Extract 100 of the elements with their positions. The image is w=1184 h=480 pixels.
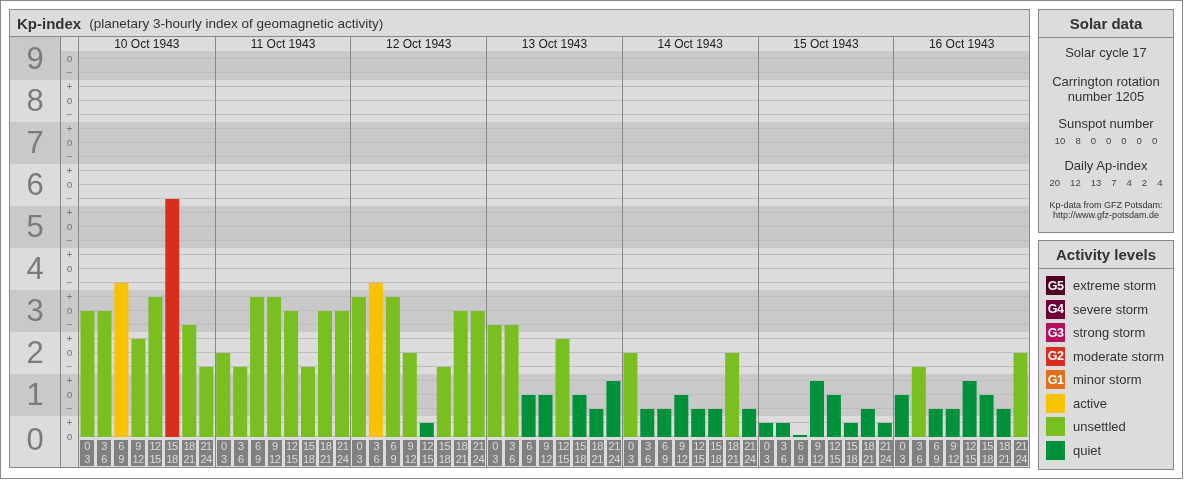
axis-tick-label: o	[65, 388, 74, 402]
axis-tick-label: o	[65, 220, 74, 234]
interval-label: 15 18	[980, 440, 995, 466]
chart-title: Kp-index	[17, 14, 82, 32]
interval-label: 21 24	[742, 440, 757, 466]
level-swatch: G1	[1046, 370, 1065, 389]
ap-index-value: 12	[1070, 177, 1081, 188]
ap-index-value: 13	[1090, 177, 1102, 188]
interval-label: 12 15	[420, 440, 435, 466]
interval-label: 12 15	[556, 440, 571, 466]
axis-tick-label: +	[65, 80, 74, 94]
level-label: moderate storm	[1073, 348, 1165, 364]
interval-label: 18 21	[454, 440, 469, 466]
interval-label: 0 3	[623, 440, 638, 466]
interval-label: 6 9	[386, 440, 401, 466]
ap-index-value: 20	[1049, 177, 1061, 188]
sunspot-value: 8	[1075, 135, 1081, 146]
axis-tick-label: −	[65, 150, 74, 164]
axis-tick-label: −	[65, 402, 74, 416]
axis-tick-label: +	[65, 206, 74, 220]
axis-tick-label: o	[65, 52, 74, 66]
interval-label: 12 15	[827, 440, 842, 466]
sunspot-value: 10	[1054, 135, 1066, 146]
interval-label: 3 6	[640, 440, 655, 466]
axis-tick-label: o	[65, 346, 74, 360]
level-swatch: G3	[1046, 323, 1065, 342]
interval-label: 21 24	[1014, 440, 1029, 466]
interval-label: 18 21	[997, 440, 1012, 466]
level-label: extreme storm	[1073, 278, 1157, 293]
axis-tick-label: +	[65, 164, 74, 178]
interval-label: 15 18	[437, 440, 452, 466]
axis-tick-label: +	[65, 416, 74, 430]
interval-label: 9 12	[267, 440, 282, 466]
interval-label: 15 18	[844, 440, 859, 466]
axis-label: 5	[10, 206, 60, 248]
axis-label: 9	[10, 37, 60, 80]
axis-tick-label: +	[65, 374, 74, 388]
axis-tick-label: −	[65, 318, 74, 332]
axis-tick-label: −	[65, 66, 74, 80]
interval-label: 3 6	[776, 440, 791, 466]
sunspot-value: 0	[1090, 135, 1096, 146]
level-label: unsettled	[1073, 419, 1126, 434]
axis-tick-label: +	[65, 332, 74, 346]
interval-label: 0 3	[80, 440, 94, 466]
interval-label: 9 12	[674, 440, 689, 466]
interval-label: 15 18	[573, 440, 588, 466]
interval-label: 9 12	[946, 440, 961, 466]
axis-tick-label: o	[65, 136, 74, 150]
level-swatch: G5	[1046, 276, 1065, 295]
sunspot-value: 0	[1151, 135, 1158, 146]
panel-title: Activity levels	[1055, 246, 1157, 263]
interval-label: 21 24	[471, 440, 486, 466]
level-label: active	[1073, 395, 1107, 411]
interval-label: 6 9	[657, 440, 672, 466]
axis-label: 7	[10, 122, 60, 164]
interval-label: 21 24	[878, 440, 893, 466]
carrington-text: Carrington rotation number 1205	[1051, 74, 1161, 104]
interval-label: 6 9	[250, 440, 265, 466]
interval-label: 3 6	[505, 440, 520, 466]
interval-label: 15 18	[708, 440, 723, 466]
interval-label: 12 15	[691, 440, 706, 466]
ap-index-value: 7	[1111, 177, 1117, 188]
axis-tick-label: −	[65, 234, 74, 248]
chart-subtitle: (planetary 3-hourly index of geomagnetic activity)	[89, 15, 384, 31]
ap-index-value: 2	[1141, 177, 1148, 188]
level-label: strong storm	[1073, 325, 1146, 340]
interval-label: 6 9	[114, 440, 128, 466]
axis-tick-label: o	[65, 304, 74, 318]
interval-label: 9 12	[403, 440, 418, 466]
date-label: 10 Oct 1943	[113, 37, 181, 51]
interval-label: 3 6	[369, 440, 384, 466]
source-text: Kp-data from GFZ Potsdam:	[1049, 200, 1163, 210]
interval-label: 3 6	[233, 440, 248, 466]
axis-tick-label: −	[65, 192, 74, 206]
ap-index-label: Daily Ap-index	[1064, 158, 1148, 173]
sunspot-label: Sunspot number	[1058, 116, 1154, 131]
interval-label: 9 12	[810, 440, 825, 466]
interval-label: 18 21	[590, 440, 605, 466]
level-swatch: G4	[1046, 299, 1065, 319]
interval-label: 3 6	[97, 440, 111, 466]
interval-label: 0 3	[759, 440, 774, 466]
axis-tick-label: o	[65, 430, 74, 444]
interval-label: 0 3	[352, 440, 367, 466]
interval-label: 12 15	[284, 440, 299, 466]
ap-index-value: 4	[1126, 177, 1132, 188]
interval-label: 6 9	[522, 440, 537, 466]
axis-tick-label: −	[65, 360, 74, 374]
sunspot-value: 0	[1106, 135, 1112, 146]
interval-label: 9 12	[131, 440, 145, 466]
interval-label: 15 18	[301, 440, 316, 466]
axis-tick-label: +	[65, 290, 74, 304]
interval-label: 21 24	[335, 440, 350, 466]
axis-tick-label: o	[65, 262, 74, 276]
axis-tick-label: o	[65, 94, 74, 108]
interval-label: 21 24	[607, 440, 622, 466]
solar-cycle-text: Solar cycle 17	[1065, 45, 1147, 60]
interval-label: 6 9	[793, 440, 808, 466]
interval-label: 15 18	[165, 440, 179, 466]
interval-label: 6 9	[929, 440, 944, 466]
interval-label: 9 12	[539, 440, 554, 466]
